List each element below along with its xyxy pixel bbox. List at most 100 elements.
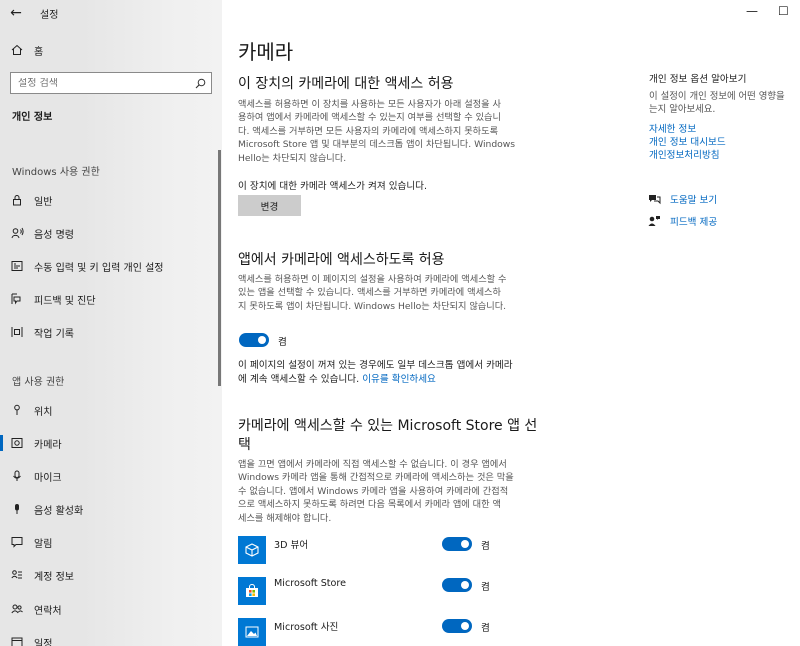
search-box[interactable] (10, 72, 212, 94)
3d-viewer-icon (238, 536, 266, 564)
store-app-toggle[interactable] (442, 619, 472, 633)
text-line: 앱을 끄면 앱에서 카메라에 직접 액세스할 수 없습니다. 이 경우 앱에서 (238, 459, 507, 470)
sidebar-item-voice-command[interactable]: 음성 명령 (0, 219, 222, 247)
give-feedback-link[interactable]: 피드백 제공 (648, 214, 717, 228)
store-app-toggle-label: 켬 (481, 623, 490, 634)
sidebar-item-camera[interactable]: 카메라 (0, 429, 222, 457)
store-apps-description: 앱을 끄면 앱에서 카메라에 직접 액세스할 수 없습니다. 이 경우 앱에서 … (238, 458, 548, 525)
sidebar-item-feedback-diagnostics[interactable]: 피드백 및 진단 (0, 285, 222, 313)
sidebar-scrollbar[interactable] (218, 150, 221, 386)
text-line: 세스를 해제해야 합니다. (238, 512, 332, 524)
get-help-label: 도움말 보기 (670, 195, 718, 206)
sidebar-item-label: 음성 명령 (34, 229, 74, 241)
sidebar-item-account-info[interactable]: 계정 정보 (0, 561, 222, 589)
sidebar-item-label: 위치 (34, 406, 53, 418)
sidebar-item-activity-history[interactable]: 작업 기록 (0, 318, 222, 346)
category-title: 개인 정보 (12, 112, 53, 123)
sidebar: ← 설정 홈 개인 정보 Windows 사용 권한 일반 (0, 0, 222, 646)
main-content: — ☐ 카메라 이 장치의 카메라에 대한 액세스 허용 액세스를 허용하면 이… (222, 0, 800, 646)
device-access-status: 이 장치에 대한 카메라 액세스가 켜져 있습니다. (238, 181, 428, 192)
inking-icon (0, 260, 34, 272)
account-info-icon (0, 569, 34, 581)
store-app-name: 3D 뷰어 (274, 540, 309, 551)
app-access-toggle-label: 켬 (278, 337, 287, 348)
text-line: 이 설정이 개인 정보에 어떤 영향을 (649, 91, 785, 102)
sidebar-item-label: 알림 (34, 538, 53, 550)
sidebar-item-contacts[interactable]: 연락처 (0, 595, 222, 623)
help-chat-icon (648, 193, 670, 205)
app-access-description: 액세스를 허용하면 이 페이지의 설정을 사용하여 카메라에 액세스할 수 있는… (238, 273, 548, 313)
sidebar-item-home[interactable]: 홈 (0, 36, 222, 64)
sidebar-item-label: 계정 정보 (34, 571, 74, 583)
sidebar-item-label: 작업 기록 (34, 328, 74, 340)
settings-window: ← 설정 홈 개인 정보 Windows 사용 권한 일반 (0, 0, 800, 646)
text-line: 액세스를 허용하면 이 페이지의 설정을 사용하여 카메라에 액세스할 수 (238, 274, 507, 285)
text-line: 카메라에 액세스할 수 있는 Microsoft Store 앱 선 (238, 418, 538, 434)
desktop-apps-note: 이 페이지의 설정이 꺼져 있는 경우에도 일부 데스크톱 앱에서 카메라 에 … (238, 359, 558, 387)
learn-why-link[interactable]: 이유를 확인하세요 (362, 374, 436, 385)
sidebar-item-label: 음성 활성화 (34, 505, 84, 517)
sidebar-item-label: 연락처 (34, 605, 62, 617)
app-access-heading: 앱에서 카메라에 액세스하도록 허용 (238, 252, 445, 268)
privacy-dashboard-link[interactable]: 개인 정보 대시보드 (649, 134, 726, 148)
app-title: 설정 (40, 9, 59, 21)
device-access-description: 액세스를 허용하면 이 장치를 사용하는 모든 사용자가 아래 설정을 사 용하… (238, 98, 548, 165)
search-icon[interactable] (189, 78, 211, 89)
privacy-options-description: 이 설정이 개인 정보에 어떤 영향을 는지 알아보세요. (649, 90, 800, 116)
sidebar-item-microphone[interactable]: 마이크 (0, 462, 222, 490)
sidebar-item-general[interactable]: 일반 (0, 186, 222, 214)
microsoft-store-icon (238, 577, 266, 605)
text-line: 에 계속 액세스할 수 있습니다. 이유를 확인하세요 (238, 373, 558, 387)
store-app-toggle-label: 켬 (481, 582, 490, 593)
search-input[interactable] (11, 77, 189, 89)
sidebar-item-location[interactable]: 위치 (0, 396, 222, 424)
text-line: 액세스를 허용하면 이 장치를 사용하는 모든 사용자가 아래 설정을 사 (238, 99, 501, 110)
maximize-button[interactable]: ☐ (778, 4, 789, 18)
sidebar-item-voice-activation[interactable]: 음성 활성화 (0, 495, 222, 523)
sidebar-item-label: 마이크 (34, 472, 62, 484)
text-line: 는지 알아보세요. (649, 104, 716, 115)
lock-icon (0, 194, 34, 206)
sidebar-item-calendar[interactable]: 일정 (0, 628, 222, 646)
store-app-name: Microsoft 사진 (274, 622, 339, 633)
store-app-toggle[interactable] (442, 578, 472, 592)
title-bar: ← 설정 (0, 0, 222, 26)
minimize-button[interactable]: — (746, 4, 758, 18)
text-line: 지 못하도록 앱이 차단됩니다. Windows Hello는 차단되지 않습니… (238, 300, 507, 312)
sidebar-item-label: 카메라 (34, 439, 62, 451)
text-fragment: 에 계속 액세스할 수 있습니다. (238, 374, 363, 385)
app-access-toggle[interactable] (239, 333, 269, 347)
sidebar-item-notifications[interactable]: 알림 (0, 528, 222, 556)
sidebar-item-label: 일정 (34, 638, 53, 646)
sidebar-item-label: 수동 입력 및 키 입력 개인 설정 (34, 262, 164, 274)
back-button[interactable]: ← (0, 0, 32, 26)
feedback-diagnostics-icon (0, 293, 34, 305)
section-heading-app-permissions: 앱 사용 권한 (12, 377, 65, 388)
device-access-heading: 이 장치의 카메라에 대한 액세스 허용 (238, 76, 454, 92)
privacy-statement-link[interactable]: 개인정보처리방침 (649, 147, 720, 161)
feedback-icon (648, 215, 670, 227)
text-line: 수 없습니다. 앱에서 Windows 카메라 앱을 사용하여 카메라에 간접적 (238, 485, 509, 497)
store-app-row-microsoft-store: Microsoft Store 켬 (238, 577, 508, 607)
page-title: 카메라 (238, 40, 294, 64)
store-app-toggle[interactable] (442, 537, 472, 551)
store-app-name: Microsoft Store (274, 578, 347, 589)
voice-activation-icon (0, 503, 34, 515)
sidebar-item-inking-typing[interactable]: 수동 입력 및 키 입력 개인 설정 (0, 252, 222, 280)
change-button[interactable]: 변경 (238, 195, 301, 216)
notification-icon (0, 536, 34, 548)
get-help-link[interactable]: 도움말 보기 (648, 192, 717, 206)
store-app-row-3d-viewer: 3D 뷰어 켬 (238, 536, 508, 566)
text-line: 용하여 앱에서 카메라에 액세스할 수 있는지 여부를 선택할 수 있습니 (238, 112, 501, 124)
store-app-row-photos: Microsoft 사진 켬 (238, 618, 508, 646)
voice-icon (0, 227, 34, 239)
home-icon (0, 44, 34, 56)
photos-icon (238, 618, 266, 646)
text-line: 택 (238, 437, 251, 453)
section-heading-windows-permissions: Windows 사용 권한 (12, 167, 100, 178)
text-line: 있는 앱을 선택할 수 있습니다. 액세스를 거부하면 카메라에 액세스하 (238, 287, 501, 299)
privacy-options-title: 개인 정보 옵션 알아보기 (649, 74, 747, 85)
contacts-icon (0, 603, 34, 615)
learn-more-link[interactable]: 자세한 정보 (649, 121, 696, 135)
sidebar-item-label: 홈 (34, 46, 44, 58)
